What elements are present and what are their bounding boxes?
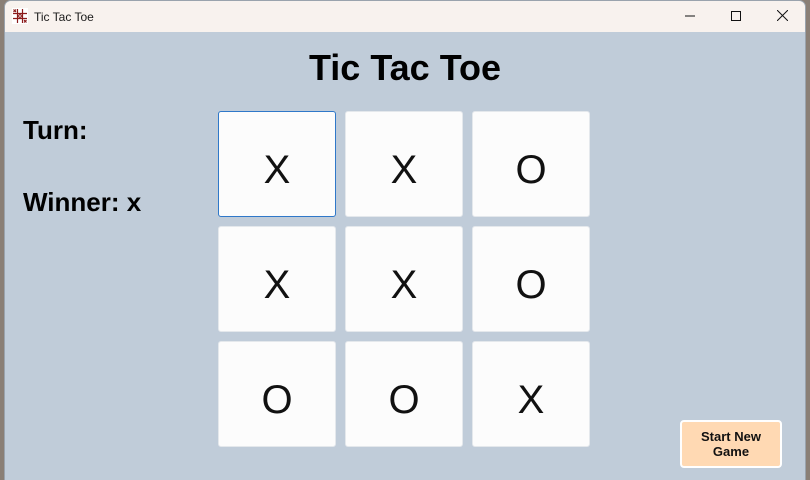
board-cell-2-1[interactable]: X: [218, 226, 336, 332]
start-new-game-button[interactable]: Start New Game: [680, 420, 782, 468]
tic-tac-toe-app-icon: [12, 8, 28, 24]
page-title: Tic Tac Toe: [308, 47, 502, 88]
board-cell-2-2[interactable]: X: [345, 226, 463, 332]
board-cell-3-3[interactable]: X: [472, 341, 590, 447]
window-title: Tic Tac Toe: [34, 10, 94, 24]
app-window: Tic Tac Toe Tic Tac Toe Turn: Winner: x …: [4, 0, 806, 480]
title-bar[interactable]: Tic Tac Toe: [5, 1, 805, 32]
board-cell-2-3[interactable]: O: [472, 226, 590, 332]
maximize-icon: [731, 8, 741, 26]
close-button[interactable]: [759, 1, 805, 32]
board-cell-1-3[interactable]: O: [472, 111, 590, 217]
close-icon: [776, 8, 788, 26]
minimize-icon: [685, 8, 695, 26]
maximize-button[interactable]: [713, 1, 759, 32]
board-cell-3-2[interactable]: O: [345, 341, 463, 447]
turn-label: Turn:: [23, 115, 88, 145]
minimize-button[interactable]: [667, 1, 713, 32]
board-cell-3-1[interactable]: O: [218, 341, 336, 447]
game-board: X X O X X O O O X: [218, 111, 591, 448]
board-cell-1-1[interactable]: X: [218, 111, 336, 217]
board-cell-1-2[interactable]: X: [345, 111, 463, 217]
winner-label: Winner: x: [23, 187, 142, 217]
